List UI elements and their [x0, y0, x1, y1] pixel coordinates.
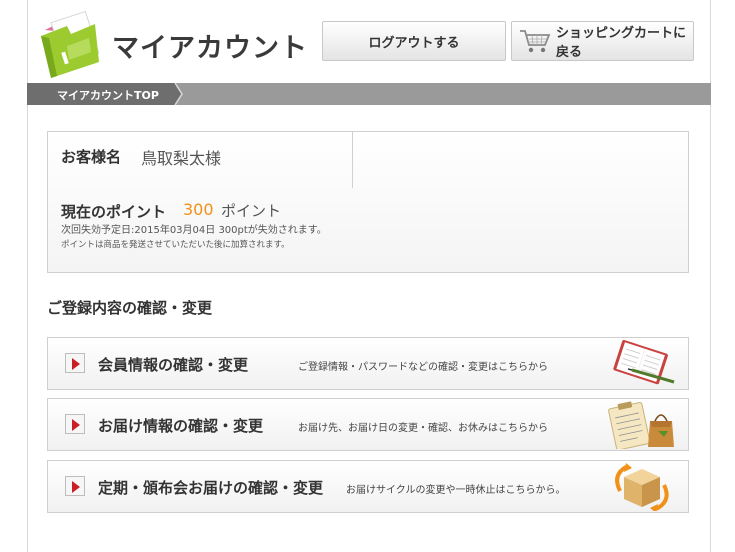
customer-name-value: 鳥取梨太様 — [141, 149, 222, 168]
subscription-delivery-link[interactable]: 定期・頒布会お届けの確認・変更 お届けサイクルの変更や一時休止はこちらから。 — [47, 460, 689, 513]
points-value: 300 — [183, 200, 214, 219]
page-title: マイアカウント — [112, 33, 308, 64]
subscription-delivery-title: 定期・頒布会お届けの確認・変更 — [98, 479, 324, 497]
points-unit: ポイント — [221, 202, 282, 220]
customer-info-panel: お客様名 鳥取梨太様 現在のポイント 300 ポイント 次回失効予定日:2015… — [47, 131, 689, 273]
folder-logo-icon — [37, 8, 107, 80]
play-arrow-icon — [65, 353, 85, 373]
member-info-title: 会員情報の確認・変更 — [98, 356, 249, 374]
member-info-description: ご登録情報・パスワードなどの確認・変更はこちらから — [298, 362, 548, 373]
breadcrumb-current: マイアカウントTOP — [57, 89, 159, 102]
member-info-link[interactable]: 会員情報の確認・変更 ご登録情報・パスワードなどの確認・変更はこちらから — [47, 337, 689, 390]
back-to-cart-button-label: ショッピングカートに戻る — [556, 26, 687, 60]
notebook-pen-icon — [602, 339, 678, 388]
points-expire-note: 次回失効予定日:2015年03月04日 300ptが失効されます。 — [61, 225, 327, 236]
points-add-note: ポイントは商品を発送させていただいた後に加算されます。 — [61, 240, 290, 250]
registration-heading: ご登録内容の確認・変更 — [47, 299, 213, 317]
subscription-delivery-description: お届けサイクルの変更や一時休止はこちらから。 — [346, 485, 566, 496]
logout-button[interactable]: ログアウトする — [322, 21, 506, 61]
play-arrow-icon — [65, 476, 85, 496]
customer-name-label: お客様名 — [61, 148, 122, 166]
logout-button-label: ログアウトする — [368, 35, 460, 51]
shopping-cart-icon — [518, 27, 552, 55]
points-label: 現在のポイント — [61, 203, 167, 221]
panel-divider — [352, 132, 353, 188]
delivery-info-title: お届け情報の確認・変更 — [98, 417, 264, 435]
back-to-cart-button[interactable]: ショッピングカートに戻る — [511, 21, 694, 61]
clipboard-bag-icon — [602, 401, 678, 451]
delivery-info-link[interactable]: お届け情報の確認・変更 お届け先、お届け日の変更・確認、お休みはこちらから — [47, 398, 689, 451]
play-arrow-icon — [65, 414, 85, 434]
box-cycle-icon — [602, 463, 678, 513]
delivery-info-description: お届け先、お届け日の変更・確認、お休みはこちらから — [298, 423, 548, 434]
